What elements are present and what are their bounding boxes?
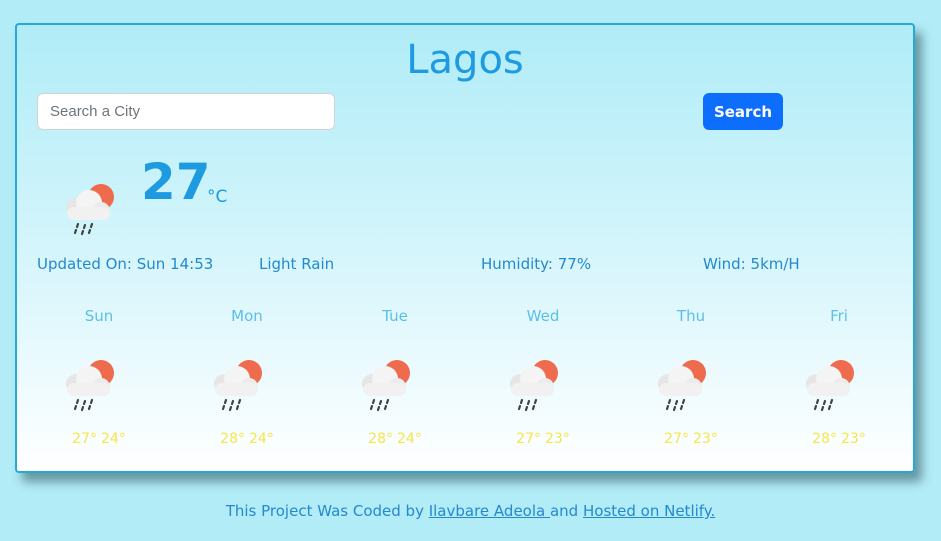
netlify-link[interactable]: Hosted on Netlify. — [583, 502, 715, 520]
search-button[interactable]: Search — [703, 93, 783, 130]
cloud-sun-rain-icon — [656, 358, 708, 412]
forecast-temperatures: 28° 23° — [779, 431, 899, 447]
forecast-day-name: Tue — [382, 307, 408, 325]
search-input[interactable] — [37, 93, 335, 130]
weather-description: Light Rain — [259, 255, 335, 273]
forecast-day: Fri 28° 23° — [779, 307, 899, 457]
updated-time: Updated On: Sun 14:53 — [37, 255, 214, 273]
footer-text-middle: and — [549, 502, 583, 520]
forecast-day: Sun 27° 24° — [39, 307, 159, 457]
cloud-sun-rain-icon — [508, 358, 560, 412]
forecast-min: 23° — [841, 431, 866, 447]
forecast-temperatures: 27° 23° — [631, 431, 751, 447]
forecast-min: 23° — [693, 431, 718, 447]
wind-speed: Wind: 5km/H — [703, 255, 800, 273]
forecast-day: Tue 28° 24° — [335, 307, 455, 457]
cloud-sun-rain-icon — [804, 358, 856, 412]
forecast-temperatures: 27° 23° — [483, 431, 603, 447]
forecast-day-name: Wed — [526, 307, 560, 325]
author-link[interactable]: Ilavbare Adeola — [429, 502, 550, 520]
forecast-max: 27° — [516, 431, 541, 447]
city-name: Lagos — [406, 37, 524, 83]
forecast-day-name: Sun — [84, 307, 114, 325]
cloud-sun-rain-icon — [64, 182, 116, 236]
forecast-temperatures: 28° 24° — [187, 431, 307, 447]
forecast-max: 28° — [368, 431, 393, 447]
forecast-max: 27° — [72, 431, 97, 447]
forecast-min: 24° — [397, 431, 422, 447]
forecast-min: 24° — [101, 431, 126, 447]
forecast-max: 27° — [664, 431, 689, 447]
forecast-max: 28° — [812, 431, 837, 447]
forecast-max: 28° — [220, 431, 245, 447]
cloud-sun-rain-icon — [212, 358, 264, 412]
forecast-day-name: Fri — [830, 307, 848, 325]
forecast-min: 23° — [545, 431, 570, 447]
footer-text: This Project Was Coded by — [225, 502, 429, 520]
forecast-day: Wed 27° 23° — [483, 307, 603, 457]
weather-card: Lagos Search 27 °C Updated On: Sun 14:53… — [15, 23, 915, 473]
forecast-min: 24° — [249, 431, 274, 447]
temperature-unit[interactable]: °C — [207, 187, 227, 207]
current-temperature: 27 — [141, 153, 211, 211]
forecast-day-name: Thu — [676, 307, 706, 325]
footer: This Project Was Coded by Ilavbare Adeol… — [0, 502, 941, 520]
cloud-sun-rain-icon — [360, 358, 412, 412]
humidity: Humidity: 77% — [481, 255, 592, 273]
forecast-day: Mon 28° 24° — [187, 307, 307, 457]
forecast-temperatures: 28° 24° — [335, 431, 455, 447]
forecast-day-name: Mon — [231, 307, 263, 325]
forecast-temperatures: 27° 24° — [39, 431, 159, 447]
forecast-day: Thu 27° 23° — [631, 307, 751, 457]
cloud-sun-rain-icon — [64, 358, 116, 412]
